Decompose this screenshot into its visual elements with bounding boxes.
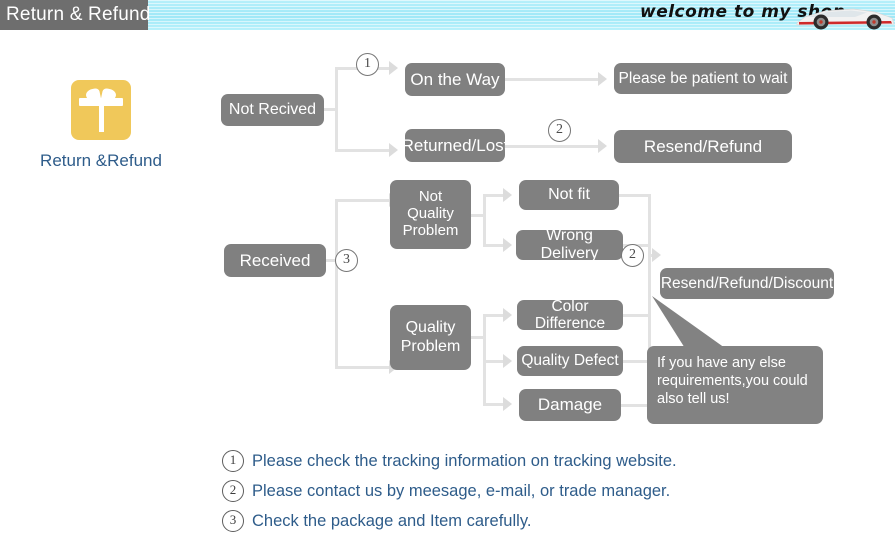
connector-to-qualitydefect <box>483 360 505 363</box>
node-resend-refund-discount[interactable]: Resend/Refund/Discount <box>660 268 834 299</box>
page-title-tab: Return & Refund <box>0 0 150 30</box>
legend-text-1: Please check the tracking information on… <box>252 451 677 470</box>
node-color-difference[interactable]: Color Difference <box>517 298 623 332</box>
arrow-to-returnedlost <box>389 143 398 157</box>
connector-notrecv-vertical <box>335 67 338 152</box>
node-quality-problem[interactable]: Quality Problem <box>390 305 471 370</box>
connector-to-colordiff <box>483 314 505 317</box>
arrow-to-wrong-delivery <box>503 238 512 252</box>
connector-to-notquality <box>335 199 391 202</box>
connector-qualitydefect-merge <box>623 360 650 363</box>
connector-notquality-vertical <box>483 194 486 247</box>
connector-received-vertical <box>335 199 338 369</box>
node-not-fit[interactable]: Not fit <box>519 180 619 210</box>
connector-colordiff-merge <box>623 314 650 317</box>
legend-text-2: Please contact us by meesage, e-mail, or… <box>252 481 671 500</box>
node-not-quality-problem[interactable]: Not Quality Problem <box>390 180 471 249</box>
node-not-received[interactable]: Not Recived <box>221 94 324 126</box>
return-process-flowchart: Not Recived 1 On the Way Returned/Lost P… <box>0 30 895 460</box>
legend-list: 1 Please check the tracking information … <box>222 446 842 536</box>
arrow-to-not-fit <box>503 188 512 202</box>
node-please-be-patient[interactable]: Please be patient to wait <box>614 63 792 94</box>
arrow-to-color-difference <box>503 308 512 322</box>
marker-1-top: 1 <box>356 53 379 76</box>
arrow-to-resend-refund-discount <box>652 248 661 262</box>
sports-car-image <box>795 1 895 30</box>
marker-2-right: 2 <box>621 244 644 267</box>
marker-3: 3 <box>335 249 358 272</box>
arrow-to-damage <box>503 397 512 411</box>
legend-item: 3 Check the package and Item carefully. <box>222 506 842 536</box>
connector-returnedlost-to-resend <box>505 145 600 148</box>
arrow-to-please-wait <box>598 72 607 86</box>
legend-item: 2 Please contact us by meesage, e-mail, … <box>222 476 842 506</box>
connector-to-wrongdelivery <box>483 244 505 247</box>
connector-to-notfit <box>483 194 505 197</box>
node-damage[interactable]: Damage <box>519 389 621 421</box>
connector-to-damage <box>483 403 505 406</box>
node-on-the-way[interactable]: On the Way <box>405 63 505 96</box>
connector-notfit-merge <box>619 194 650 197</box>
node-returned-lost[interactable]: Returned/Lost <box>402 129 508 162</box>
node-received[interactable]: Received <box>224 244 326 277</box>
legend-number-1: 1 <box>222 450 244 472</box>
arrow-to-resend-refund <box>598 139 607 153</box>
arrow-to-ontheway <box>389 61 398 75</box>
connector-ontheway-to-wait <box>505 78 600 81</box>
node-resend-refund[interactable]: Resend/Refund <box>614 130 792 163</box>
connector-damage-merge <box>621 404 650 407</box>
node-wrong-delivery[interactable]: Wrong Delivery <box>516 227 623 262</box>
marker-2-top: 2 <box>548 119 571 142</box>
legend-number-3: 3 <box>222 510 244 532</box>
arrow-to-quality-defect <box>503 354 512 368</box>
connector-to-returnedlost <box>335 149 391 152</box>
node-quality-defect[interactable]: Quality Defect <box>517 346 623 376</box>
speech-bubble-note: If you have any else requirements,you co… <box>647 346 823 424</box>
legend-item: 1 Please check the tracking information … <box>222 446 842 476</box>
legend-text-3: Check the package and Item carefully. <box>252 511 532 530</box>
connector-to-quality <box>335 366 391 369</box>
page-root: Return & Refund welcome to my shop Retur… <box>0 0 895 553</box>
legend-number-2: 2 <box>222 480 244 502</box>
